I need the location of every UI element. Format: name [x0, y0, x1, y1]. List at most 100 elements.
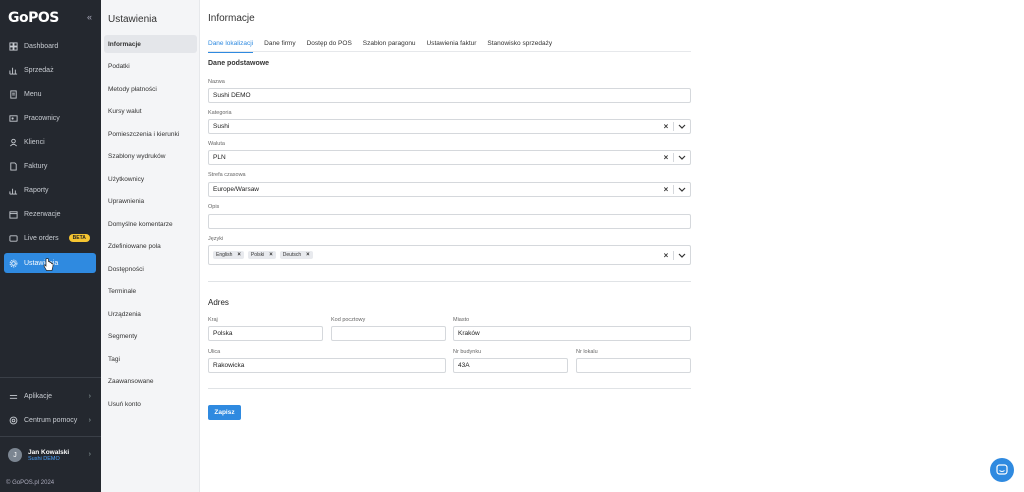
currency-value: PLN [213, 154, 226, 161]
nav-label: Aplikacje [24, 392, 53, 400]
settings-item-uprawnienia[interactable]: Uprawnienia [104, 192, 197, 210]
nav-label: Rezerwacje [24, 210, 61, 218]
invoice-icon [9, 161, 18, 171]
settings-item-zdefiniowane-pola[interactable]: Zdefiniowane pola [104, 237, 197, 255]
nav-item-centrum-pomocy[interactable]: Centrum pomocy › [4, 410, 96, 430]
flat-label: Nr lokalu [576, 349, 598, 355]
clear-icon[interactable]: × [659, 122, 673, 131]
remove-chip-icon[interactable]: × [237, 252, 241, 258]
languages-multiselect[interactable]: English × Polski × Deutsch × × [208, 245, 691, 265]
help-icon [9, 416, 18, 425]
settings-item-informacje[interactable]: Informacje [104, 35, 197, 53]
settings-item-terminale[interactable]: Terminale [104, 282, 197, 300]
nav-item-faktury[interactable]: Faktury [4, 156, 96, 176]
copyright: © GoPOS.pl 2024 [6, 480, 55, 486]
nav-divider [0, 436, 101, 437]
collapse-sidebar-icon[interactable]: « [87, 12, 92, 22]
description-input[interactable] [208, 214, 691, 229]
calendar-icon [9, 210, 18, 219]
chat-icon [996, 464, 1008, 475]
settings-item-uzytkownicy[interactable]: Użytkownicy [104, 170, 197, 188]
report-icon [9, 186, 18, 195]
hand-cursor-icon [43, 258, 54, 271]
avatar: J [8, 448, 22, 462]
flat-input[interactable] [576, 358, 691, 373]
category-value: Sushi [213, 123, 230, 130]
nav-item-menu[interactable]: Menu [4, 84, 96, 104]
category-label: Kategoria [208, 110, 232, 116]
settings-item-domyslne-komentarze[interactable]: Domyślne komentarze [104, 215, 197, 233]
timezone-select[interactable]: Europe/Warsaw × [208, 182, 691, 197]
apps-icon [9, 392, 18, 401]
nav-item-rezerwacje[interactable]: Rezerwacje [4, 204, 96, 224]
settings-item-dostepnosci[interactable]: Dostępności [104, 260, 197, 278]
remove-chip-icon[interactable]: × [269, 252, 273, 258]
nav-label: Sprzedaż [24, 66, 54, 74]
nav-item-raporty[interactable]: Raporty [4, 180, 96, 200]
nav-item-klienci[interactable]: Klienci [4, 132, 96, 152]
language-chip: English × [213, 251, 244, 259]
chevron-down-icon[interactable] [674, 187, 690, 192]
chevron-down-icon[interactable] [674, 124, 690, 129]
clear-icon[interactable]: × [659, 153, 673, 162]
nav-label: Raporty [24, 186, 49, 194]
name-input[interactable]: Sushi DEMO [208, 88, 691, 103]
timezone-label: Strefa czasowa [208, 172, 246, 178]
user-icon [9, 138, 18, 147]
section-divider [208, 388, 691, 389]
street-input[interactable]: Rakowicka [208, 358, 446, 373]
settings-item-segmenty[interactable]: Segmenty [104, 327, 197, 345]
name-label: Nazwa [208, 79, 225, 85]
settings-item-pomieszczenia[interactable]: Pomieszczenia i kierunki [104, 125, 197, 143]
user-name: Jan Kowalski [28, 448, 70, 456]
building-label: Nr budynku [453, 349, 482, 355]
clear-icon[interactable]: × [659, 185, 673, 194]
orders-icon [9, 234, 18, 243]
settings-submenu: Ustawienia Informacje Podatki Metody pła… [101, 0, 200, 492]
user-menu[interactable]: J Jan Kowalski Sushi DEMO › [4, 444, 96, 466]
main-content: Informacje Dane lokalizacji Dane firmy D… [200, 0, 1024, 492]
settings-item-zaawansowane[interactable]: Zaawansowane [104, 372, 197, 390]
settings-item-kursy-walut[interactable]: Kursy walut [104, 102, 197, 120]
nav-item-live-orders[interactable]: Live orders BETA [4, 228, 96, 248]
currency-select[interactable]: PLN × [208, 150, 691, 165]
nav-item-sprzedaz[interactable]: Sprzedaż [4, 60, 96, 80]
settings-item-podatki[interactable]: Podatki [104, 57, 197, 75]
page-title: Informacje [208, 13, 255, 24]
remove-chip-icon[interactable]: × [306, 252, 310, 258]
street-value: Rakowicka [213, 362, 245, 369]
zip-label: Kod pocztowy [331, 317, 366, 323]
save-button[interactable]: Zapisz [208, 405, 241, 420]
section-divider [208, 281, 691, 282]
city-input[interactable]: Kraków [453, 326, 691, 341]
settings-item-urzadzenia[interactable]: Urządzenia [104, 305, 197, 323]
settings-item-usun-konto[interactable]: Usuń konto [104, 395, 197, 413]
gopos-logo[interactable]: GoPOS [8, 10, 59, 26]
nav-item-pracownicy[interactable]: Pracownicy [4, 108, 96, 128]
nav-label: Centrum pomocy [24, 416, 78, 424]
chevron-down-icon[interactable] [674, 155, 690, 160]
chevron-right-icon: › [88, 392, 91, 400]
zip-input[interactable] [331, 326, 446, 341]
category-select[interactable]: Sushi × [208, 119, 691, 134]
country-input[interactable]: Polska [208, 326, 323, 341]
settings-item-metody-platnosci[interactable]: Metody płatności [104, 80, 197, 98]
currency-label: Waluta [208, 141, 225, 147]
languages-label: Języki [208, 236, 224, 242]
settings-item-tagi[interactable]: Tagi [104, 350, 197, 368]
nav-item-dashboard[interactable]: Dashboard [4, 36, 96, 56]
menu-icon [9, 89, 18, 99]
chat-widget-button[interactable] [990, 458, 1014, 482]
clear-icon[interactable]: × [659, 251, 673, 260]
country-value: Polska [213, 330, 233, 337]
nav-label: Klienci [24, 138, 45, 146]
chevron-down-icon[interactable] [674, 253, 690, 258]
building-input[interactable]: 43A [453, 358, 568, 373]
settings-title: Ustawienia [108, 14, 157, 25]
gear-icon [9, 259, 18, 268]
city-value: Kraków [458, 330, 480, 337]
nav-label: Live orders [24, 234, 59, 242]
settings-item-szablony-wydrukow[interactable]: Szablony wydruków [104, 147, 197, 165]
nav-item-aplikacje[interactable]: Aplikacje › [4, 386, 96, 406]
language-chip: Deutsch × [279, 251, 313, 259]
